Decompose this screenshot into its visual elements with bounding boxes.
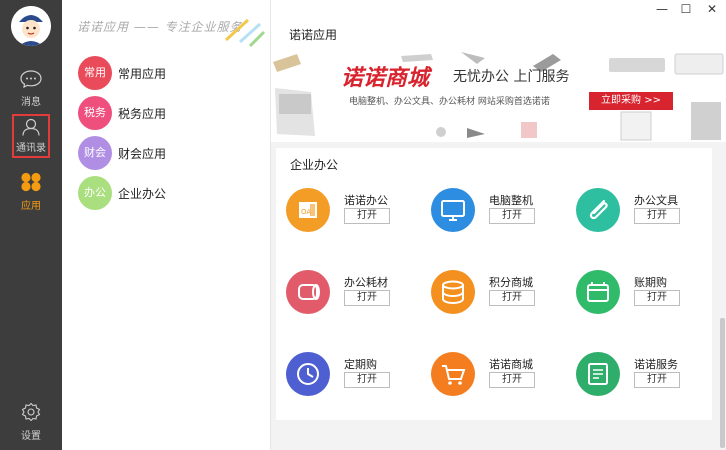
vertical-scrollbar[interactable]	[720, 318, 725, 448]
paperclip-icon	[576, 188, 620, 232]
apps-clover-icon	[20, 172, 42, 195]
cart-icon	[431, 352, 475, 396]
app-stationery[interactable]: 办公文具 打开	[576, 188, 716, 248]
banner-subline: 电脑整机、办公文具、办公耗材 网站采购首选诺诺	[349, 97, 550, 107]
app-name: 账期购	[634, 276, 667, 289]
main-panel: 诺诺应用 — ☐ ✕ 诺诺商城 无忧办公 上门服务 电脑整机、办公文具、办公耗材…	[271, 0, 726, 450]
app-nuonuo-office[interactable]: OA 诺诺办公 打开	[286, 188, 426, 248]
gear-icon	[21, 402, 41, 425]
banner-brand: 诺诺商城	[341, 65, 430, 91]
category-common[interactable]: 常用 常用应用	[78, 56, 268, 90]
sidebar-slogan: 诺诺应用 —— 专注企业服务	[77, 20, 243, 34]
service-doc-icon	[576, 352, 620, 396]
chat-bubble-icon	[20, 70, 42, 91]
decorative-pencils-icon	[224, 18, 266, 48]
person-icon	[21, 118, 41, 139]
app-points-mall[interactable]: 积分商城 打开	[431, 270, 571, 330]
open-button[interactable]: 打开	[634, 290, 680, 306]
open-button[interactable]: 打开	[344, 290, 390, 306]
app-name: 定期购	[344, 358, 377, 371]
minimize-button[interactable]: —	[653, 2, 671, 16]
category-common-label: 常用应用	[118, 67, 167, 81]
nav-apps[interactable]: 应用	[0, 172, 62, 212]
app-name: 诺诺商城	[489, 358, 533, 371]
open-button[interactable]: 打开	[489, 372, 535, 388]
category-office[interactable]: 办公 企业办公	[78, 176, 268, 210]
svg-text:OA: OA	[301, 208, 311, 216]
category-tax-label: 税务应用	[118, 107, 167, 121]
nav-messages[interactable]: 消息	[0, 70, 62, 108]
paper-roll-icon	[286, 270, 330, 314]
category-office-label: 企业办公	[118, 187, 167, 201]
buy-now-button[interactable]: 立即采购 >>	[589, 92, 673, 110]
category-finance[interactable]: 财会 财会应用	[78, 136, 268, 170]
nav-settings[interactable]: 设置	[0, 402, 62, 442]
nav-apps-label: 应用	[21, 201, 41, 212]
open-button[interactable]: 打开	[344, 208, 390, 224]
open-button[interactable]: 打开	[489, 208, 535, 224]
app-scheduled-purchase[interactable]: 定期购 打开	[286, 352, 426, 412]
enterprise-office-section: 企业办公 OA 诺诺办公 打开 电脑整机 打开 办公文具 打开 办公耗材 打开 …	[276, 148, 712, 420]
category-finance-badge: 财会	[78, 136, 112, 170]
close-button[interactable]: ✕	[703, 2, 721, 16]
oa-icon: OA	[286, 188, 330, 232]
open-button[interactable]: 打开	[344, 372, 390, 388]
wallet-icon	[576, 270, 620, 314]
app-nuonuo-service[interactable]: 诺诺服务 打开	[576, 352, 716, 412]
app-name: 电脑整机	[489, 194, 533, 207]
app-consumables[interactable]: 办公耗材 打开	[286, 270, 426, 330]
app-name: 积分商城	[489, 276, 533, 289]
coins-icon	[431, 270, 475, 314]
nav-messages-label: 消息	[21, 97, 41, 108]
open-button[interactable]: 打开	[489, 290, 535, 306]
avatar[interactable]	[11, 6, 51, 46]
nav-contacts[interactable]: 通讯录	[12, 114, 50, 158]
maximize-button[interactable]: ☐	[677, 2, 695, 16]
monitor-icon	[431, 188, 475, 232]
page-title: 诺诺应用	[289, 28, 338, 42]
section-title: 企业办公	[290, 158, 339, 172]
nav-contacts-label: 通讯录	[16, 143, 46, 154]
app-name: 办公耗材	[344, 276, 388, 289]
app-name: 诺诺服务	[634, 358, 678, 371]
category-sidebar: 诺诺应用 —— 专注企业服务 常用 常用应用 税务 税务应用 财会 财会应用 办…	[62, 0, 271, 450]
category-finance-label: 财会应用	[118, 147, 167, 161]
category-office-badge: 办公	[78, 176, 112, 210]
banner-tagline: 无忧办公 上门服务	[453, 69, 570, 85]
open-button[interactable]: 打开	[634, 372, 680, 388]
app-nuonuo-mall[interactable]: 诺诺商城 打开	[431, 352, 571, 412]
app-credit-purchase[interactable]: 账期购 打开	[576, 270, 716, 330]
app-name: 诺诺办公	[344, 194, 388, 207]
category-tax-badge: 税务	[78, 96, 112, 130]
title-bar: 诺诺应用 — ☐ ✕	[271, 0, 726, 52]
app-name: 办公文具	[634, 194, 678, 207]
left-nav-bar: 消息 通讯录 应用 设置	[0, 0, 62, 450]
app-computers[interactable]: 电脑整机 打开	[431, 188, 571, 248]
nav-settings-label: 设置	[21, 431, 41, 442]
clock-icon	[286, 352, 330, 396]
category-tax[interactable]: 税务 税务应用	[78, 96, 268, 130]
open-button[interactable]: 打开	[634, 208, 680, 224]
promo-banner[interactable]: 诺诺商城 无忧办公 上门服务 电脑整机、办公文具、办公耗材 网站采购首选诺诺 立…	[271, 52, 726, 142]
category-common-badge: 常用	[78, 56, 112, 90]
